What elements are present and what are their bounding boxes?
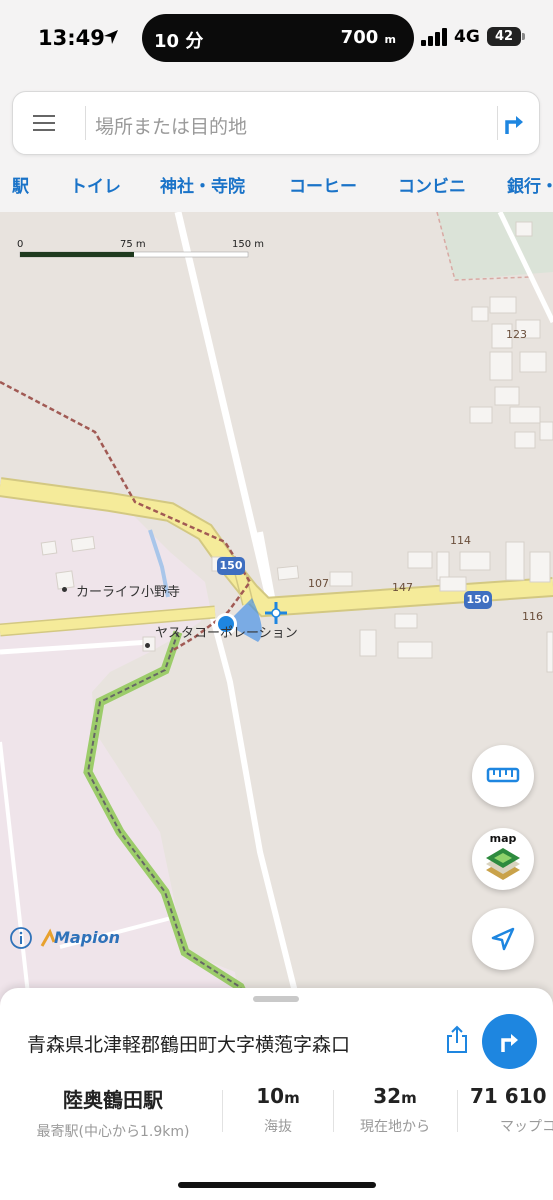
scale-label-zero: 0: [17, 239, 24, 250]
poi-marker[interactable]: [62, 587, 67, 592]
network-type: 4G: [454, 27, 480, 47]
poi-label-yasuta-corporation[interactable]: ヤスタコーポレーション: [155, 622, 298, 641]
stat-value: 71 610: [470, 1084, 553, 1108]
island-distance-value: 700: [340, 27, 379, 48]
category-strip: 駅 トイレ 神社・寺院 コーヒー コンビニ 銀行・: [0, 172, 553, 202]
home-indicator[interactable]: [178, 1182, 376, 1188]
stat-value: 10m: [228, 1084, 328, 1108]
island-distance: 700 m: [341, 27, 396, 48]
mapion-brand: Mapion: [54, 928, 121, 947]
status-bar: 13:49 10 分 700 m 4G 42: [0, 0, 553, 80]
search-divider-right: [497, 106, 498, 140]
stat-distance: 32m 現在地から: [340, 1084, 450, 1136]
stat-unit: m: [284, 1089, 300, 1107]
stat-label: マップコ: [500, 1119, 553, 1135]
directions-icon[interactable]: [501, 110, 527, 136]
stat-label: 海抜: [264, 1119, 292, 1135]
stat-divider: [457, 1090, 458, 1132]
route-shield: 150: [217, 557, 245, 575]
search-bar[interactable]: 場所または目的地: [12, 91, 540, 155]
route-button[interactable]: [482, 1014, 537, 1069]
stat-number: 陸奥鶴田駅: [63, 1088, 163, 1112]
battery-tip: [522, 33, 525, 40]
category-station[interactable]: 駅: [12, 172, 29, 197]
stat-value: 陸奥鶴田駅: [18, 1084, 208, 1113]
stat-unit: m: [401, 1089, 417, 1107]
category-shrine-temple[interactable]: 神社・寺院: [160, 172, 245, 197]
stat-number: 32: [373, 1084, 402, 1108]
poi-label-car-life-onodera[interactable]: カーライフ小野寺: [76, 581, 180, 600]
house-number: 107: [308, 577, 329, 590]
route-shield: 150: [464, 591, 492, 609]
info-icon[interactable]: [9, 926, 33, 950]
stat-divider: [222, 1090, 223, 1132]
battery-indicator: 42: [487, 27, 521, 46]
search-divider: [85, 106, 86, 140]
scale-label-end: 150 m: [232, 239, 265, 250]
map-layers-button[interactable]: map: [472, 828, 534, 890]
poi-marker[interactable]: [145, 643, 150, 648]
category-bank[interactable]: 銀行・: [507, 172, 553, 197]
measure-ruler-button[interactable]: [472, 745, 534, 807]
navigation-arrow-icon: [491, 927, 515, 951]
stat-label: 最寄駅(中心から1.9km): [36, 1124, 190, 1140]
scale-label-mid: 75 m: [120, 239, 146, 250]
map-view[interactable]: 0 75 m 150 m 123 114 107 147 116 150 150…: [0, 212, 553, 1012]
directions-icon: [501, 1034, 518, 1052]
ruler-icon: [486, 767, 520, 783]
map-canvas[interactable]: [0, 212, 553, 1012]
stat-value: 32m: [340, 1084, 450, 1108]
house-number: 123: [506, 328, 527, 341]
stat-divider: [333, 1090, 334, 1132]
location-arrow-icon: [104, 30, 118, 44]
stat-number: 10: [256, 1084, 285, 1108]
status-time: 13:49: [38, 26, 105, 50]
house-number: 114: [450, 534, 471, 547]
category-coffee[interactable]: コーヒー: [289, 172, 357, 197]
category-convenience-store[interactable]: コンビニ: [398, 172, 466, 197]
stat-elevation: 10m 海抜: [228, 1084, 328, 1136]
park-area: [437, 212, 553, 280]
island-distance-unit: m: [384, 33, 396, 46]
place-address: 青森県北津軽郡鶴田町大字横萢字森口: [27, 1034, 351, 1056]
house-number: 116: [522, 610, 543, 623]
house-number: 147: [392, 581, 413, 594]
stat-nearest-station: 陸奥鶴田駅 最寄駅(中心から1.9km): [18, 1084, 208, 1141]
place-info-sheet[interactable]: 青森県北津軽郡鶴田町大字横萢字森口 陸奥鶴田駅 最寄駅(中心から1.9km) 1…: [0, 988, 553, 1200]
stat-number: 71 610: [470, 1084, 547, 1108]
search-area: 場所または目的地 駅 トイレ 神社・寺院 コーヒー コンビニ 銀行・: [0, 80, 553, 212]
dynamic-island-navigation[interactable]: 10 分 700 m: [142, 14, 414, 62]
sheet-grabber[interactable]: [253, 996, 299, 1002]
current-location-button[interactable]: [472, 908, 534, 970]
share-icon[interactable]: [444, 1024, 470, 1054]
menu-icon[interactable]: [33, 114, 55, 132]
cellular-signal-icon: [421, 28, 447, 46]
map-layers-label: map: [489, 832, 517, 845]
search-input[interactable]: 場所または目的地: [95, 112, 247, 139]
category-toilet[interactable]: トイレ: [70, 172, 121, 197]
island-eta: 10 分: [154, 31, 204, 52]
stat-label: 現在地から: [360, 1119, 430, 1135]
map-app-screen: 13:49 10 分 700 m 4G 42 場所または目的地 駅 トイレ 神社…: [0, 0, 553, 1200]
stat-mapcode[interactable]: 71 610 マップコ: [470, 1084, 553, 1136]
